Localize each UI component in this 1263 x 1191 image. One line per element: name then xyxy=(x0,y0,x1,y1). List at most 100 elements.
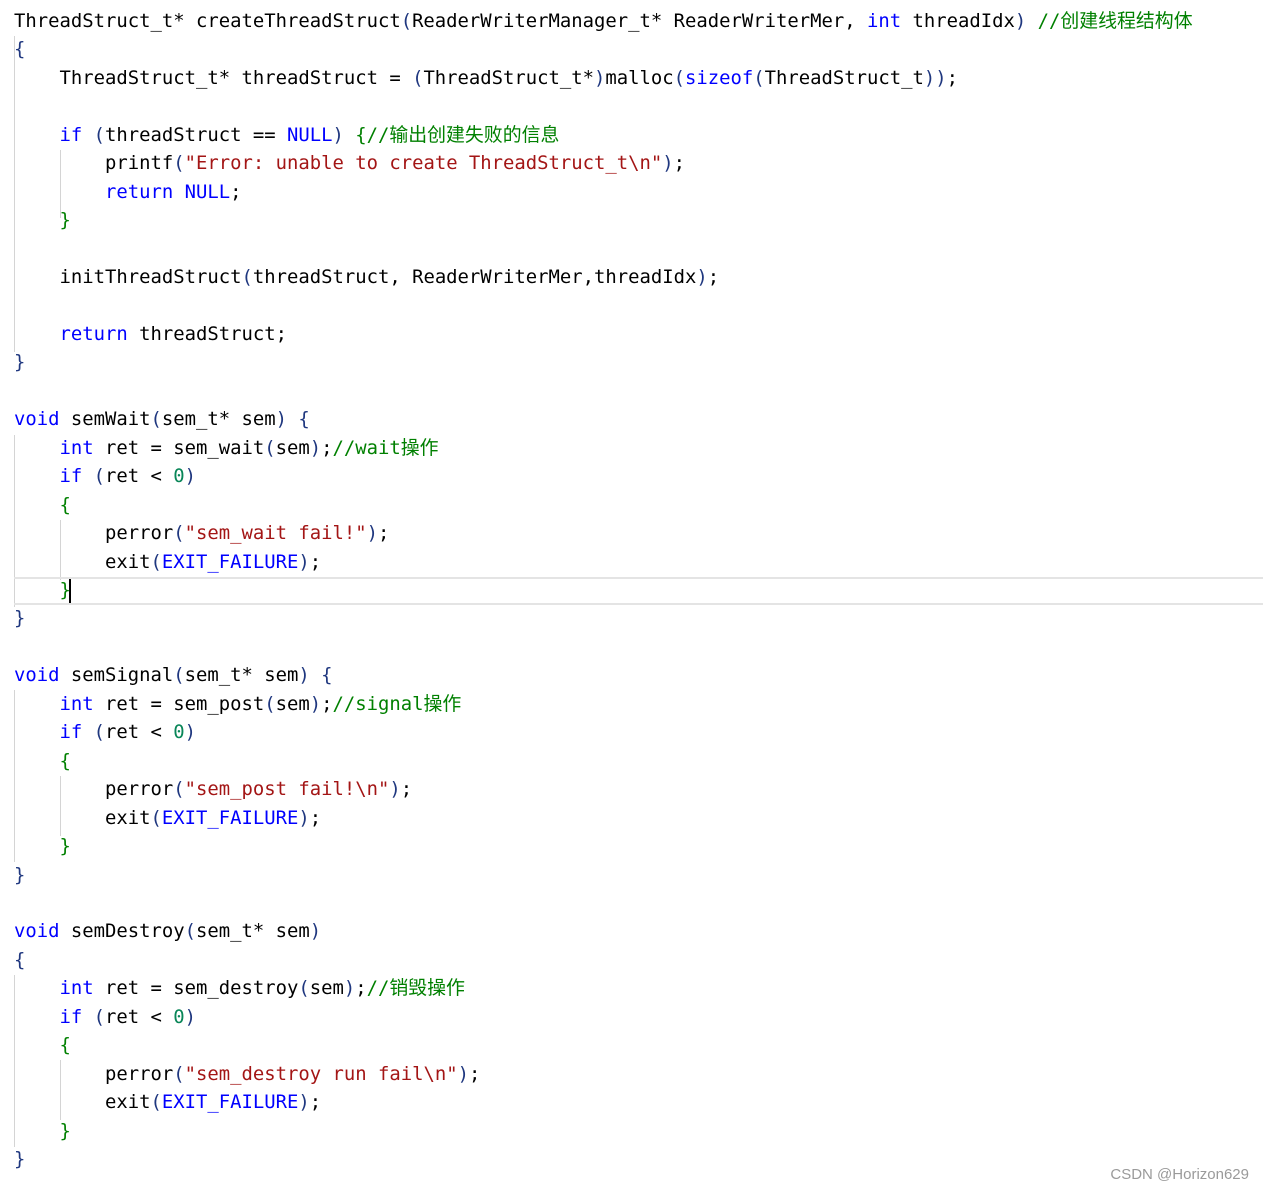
code-token: printf xyxy=(14,152,174,175)
code-token: //销毁操作 xyxy=(366,977,465,1000)
code-line[interactable]: { xyxy=(14,35,25,63)
code-token: ; xyxy=(321,436,333,459)
code-token: ) xyxy=(366,522,378,545)
code-token: ret = sem_destroy xyxy=(93,977,299,1000)
code-token: ( xyxy=(673,66,686,89)
code-line[interactable]: perror("sem_wait fail!"); xyxy=(14,519,389,547)
code-line[interactable]: printf("Error: unable to create ThreadSt… xyxy=(14,149,685,177)
code-line[interactable]: void semWait(sem_t* sem) { xyxy=(14,405,310,433)
code-token: ; xyxy=(355,977,367,1000)
code-line[interactable]: perror("sem_destroy run fail\n"); xyxy=(14,1060,480,1088)
code-token: ( xyxy=(184,920,196,943)
code-line[interactable]: } xyxy=(14,1117,71,1145)
code-line[interactable]: } xyxy=(14,832,71,860)
code-line[interactable]: exit(EXIT_FAILURE); xyxy=(14,1088,321,1116)
code-line[interactable]: { xyxy=(14,1031,71,1059)
code-token: ; xyxy=(673,152,686,175)
code-token: { xyxy=(14,38,26,61)
code-token: if xyxy=(59,123,83,146)
code-line[interactable]: void semSignal(sem_t* sem) { xyxy=(14,661,332,689)
code-token: ; xyxy=(377,522,390,545)
code-token: threadStruct; xyxy=(127,322,287,345)
code-token: ( xyxy=(173,778,185,801)
current-line-highlight xyxy=(14,577,1263,605)
code-line[interactable]: ThreadStruct_t* threadStruct = (ThreadSt… xyxy=(14,64,958,92)
code-token: ( xyxy=(173,1062,185,1085)
code-line[interactable]: return threadStruct; xyxy=(14,320,287,348)
code-line[interactable]: } xyxy=(14,604,25,632)
code-token: ( xyxy=(150,806,162,829)
code-token: ) xyxy=(298,806,310,829)
code-line[interactable]: } xyxy=(14,206,71,234)
code-line[interactable]: if (ret < 0) xyxy=(14,1003,197,1031)
code-line[interactable]: if (ret < 0) xyxy=(14,462,197,490)
code-line[interactable]: initThreadStruct(threadStruct, ReaderWri… xyxy=(14,263,719,291)
code-token: ) xyxy=(457,1062,469,1085)
code-token: { xyxy=(298,408,310,431)
code-token: { xyxy=(321,664,333,687)
code-token: ( xyxy=(264,692,276,715)
code-token: int xyxy=(59,692,94,715)
code-line[interactable]: exit(EXIT_FAILURE); xyxy=(14,548,321,576)
code-line[interactable]: int ret = sem_destroy(sem);//销毁操作 xyxy=(14,974,465,1002)
code-token: int xyxy=(59,436,94,459)
code-line[interactable]: if (ret < 0) xyxy=(14,718,197,746)
code-editor[interactable]: ThreadStruct_t* createThreadStruct(Reade… xyxy=(0,0,1263,1191)
code-token: return xyxy=(59,322,128,345)
code-line[interactable]: } xyxy=(14,1145,25,1173)
code-token: ( xyxy=(150,408,162,431)
code-line[interactable]: ThreadStruct_t* createThreadStruct(Reade… xyxy=(14,7,1193,35)
code-token: exit xyxy=(14,806,151,829)
code-line[interactable]: int ret = sem_post(sem);//signal操作 xyxy=(14,690,462,718)
code-token: NULL xyxy=(184,180,231,203)
code-token: ( xyxy=(753,66,765,89)
code-token: ; xyxy=(321,692,333,715)
code-line[interactable]: if (threadStruct == NULL) {//输出创建失败的信息 xyxy=(14,121,560,149)
code-token: ) xyxy=(309,692,322,715)
code-token: ; xyxy=(309,1091,322,1114)
code-line[interactable]: return NULL; xyxy=(14,178,242,206)
code-line[interactable]: exit(EXIT_FAILURE); xyxy=(14,804,321,832)
code-token: )) xyxy=(923,66,947,89)
code-token: //wait操作 xyxy=(332,436,439,459)
code-token: ( xyxy=(150,1091,162,1114)
code-line[interactable]: } xyxy=(14,861,25,889)
code-token: int xyxy=(867,10,902,32)
code-line[interactable]: void semDestroy(sem_t* sem) xyxy=(14,917,321,945)
code-token: //输出创建失败的信息 xyxy=(366,123,560,146)
code-token: 0 xyxy=(173,1005,185,1028)
code-token: ( xyxy=(150,550,162,573)
code-token: } xyxy=(14,1148,26,1170)
code-line[interactable]: perror("sem_post fail!\n"); xyxy=(14,775,412,803)
code-line[interactable]: } xyxy=(14,576,71,604)
code-token: ) xyxy=(298,550,310,573)
watermark: CSDN @Horizon629 xyxy=(1110,1166,1249,1183)
code-token: EXIT_FAILURE xyxy=(161,806,299,829)
code-line[interactable]: { xyxy=(14,946,25,974)
code-line[interactable]: { xyxy=(14,747,71,775)
code-token: sem_t* sem xyxy=(195,920,310,943)
code-token: semSignal xyxy=(59,664,174,687)
code-token: { xyxy=(59,749,71,772)
code-token: ( xyxy=(93,1005,105,1028)
code-line[interactable]: int ret = sem_wait(sem);//wait操作 xyxy=(14,434,439,462)
code-token: ret < xyxy=(105,721,174,744)
code-line[interactable]: { xyxy=(14,491,71,519)
code-token: "sem_destroy run fail\n" xyxy=(184,1062,458,1085)
code-token: ; xyxy=(468,1062,481,1085)
code-line[interactable]: } xyxy=(14,348,25,376)
code-token: ( xyxy=(93,721,105,744)
code-token: threadIdx xyxy=(901,10,1015,32)
code-token: int xyxy=(59,977,94,1000)
code-token: { xyxy=(355,123,367,146)
